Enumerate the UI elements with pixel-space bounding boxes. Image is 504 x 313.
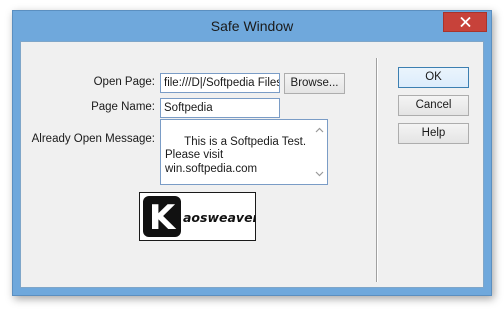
dialog-body: Open Page: file:///D|/Softpedia Files Br… [20, 41, 484, 288]
logo-text: aosweaver [183, 210, 255, 225]
ok-button[interactable]: OK [398, 67, 469, 88]
help-button[interactable]: Help [398, 123, 469, 144]
page-name-label: Page Name: [91, 101, 155, 113]
page-name-field[interactable]: Softpedia [160, 98, 280, 118]
message-text: This is a Softpedia Test. Please visit w… [165, 135, 307, 175]
open-page-label: Open Page: [93, 76, 155, 88]
vertical-separator [376, 58, 378, 282]
close-button[interactable] [443, 12, 487, 32]
open-page-field[interactable]: file:///D|/Softpedia Files [160, 73, 280, 93]
kaosweaver-logo: K aosweaver [139, 192, 256, 241]
message-textarea[interactable]: This is a Softpedia Test. Please visit w… [160, 119, 328, 185]
browse-button[interactable]: Browse... [284, 73, 345, 94]
kaosweaver-logo-graphic: K aosweaver [143, 196, 255, 238]
message-scrollbar[interactable] [312, 120, 327, 184]
logo-letter: K [149, 198, 177, 238]
scroll-up-icon[interactable] [315, 127, 324, 133]
scroll-down-icon[interactable] [315, 171, 324, 177]
cancel-button[interactable]: Cancel [398, 95, 469, 116]
safe-window-dialog: Safe Window Open Page: file:///D|/Softpe… [12, 10, 492, 296]
message-label: Already Open Message: [31, 133, 155, 145]
window-title: Safe Window [210, 18, 294, 34]
close-icon [460, 17, 471, 27]
title-bar[interactable]: Safe Window [13, 11, 491, 41]
